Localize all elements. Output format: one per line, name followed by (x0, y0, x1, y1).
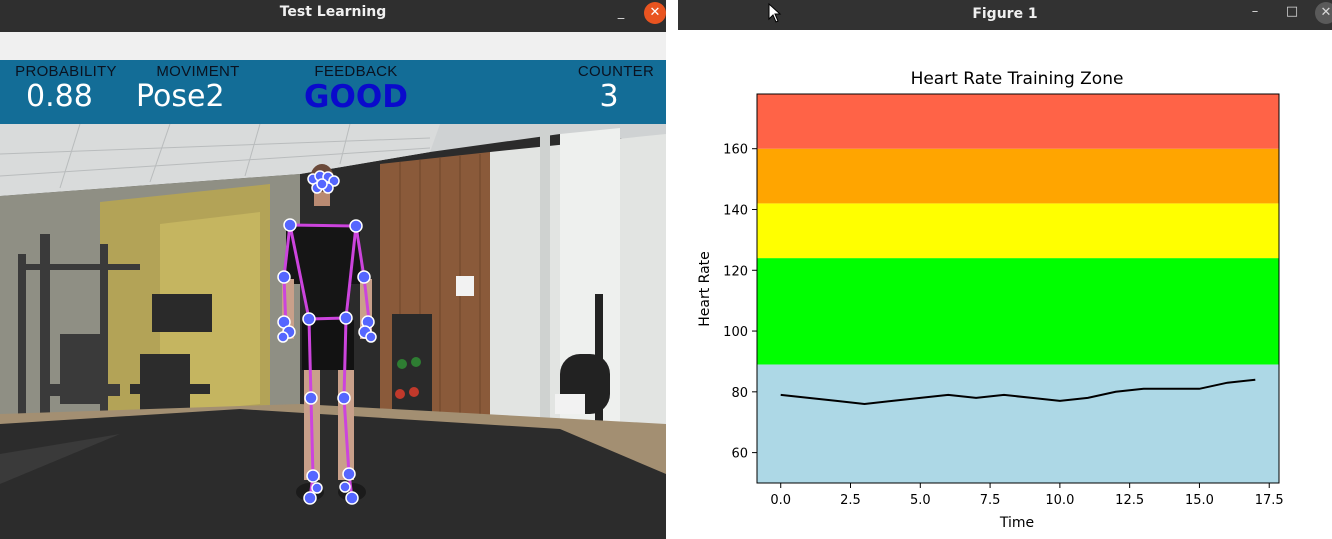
stats-bar: PROBABILITY 0.88 MOVIMENT Pose2 FEEDBACK… (0, 60, 666, 124)
feedback-value: GOOD (304, 79, 408, 115)
moviment-stat: MOVIMENT Pose2 (136, 63, 260, 114)
chart-title: Heart Rate Training Zone (911, 69, 1124, 89)
y-tick-label: 60 (731, 447, 748, 462)
x-tick-label: 5.0 (910, 493, 931, 508)
window-title: Test Learning (279, 4, 387, 20)
y-tick-label: 80 (731, 386, 748, 401)
feedback-label: FEEDBACK (314, 63, 398, 80)
gym-scene (0, 124, 666, 539)
test-learning-window: Test Learning _ ✕ PROBABILITY 0.88 MOVIM… (0, 0, 666, 539)
zone-band-1 (757, 364, 1279, 483)
toolbar-strip (0, 32, 666, 60)
x-tick-label: 7.5 (980, 493, 1001, 508)
minimize-button[interactable]: – (1244, 1, 1266, 23)
counter-value: 3 (599, 79, 619, 114)
minimize-button[interactable]: _ (610, 2, 632, 24)
heart-rate-chart: Heart Rate Training Zone 0.0 2.5 5.0 7.5 10.… (697, 69, 1284, 531)
x-axis: 0.0 2.5 5.0 7.5 10.0 12.5 15.0 17.5 (770, 483, 1284, 508)
counter-label: COUNTER (577, 63, 655, 80)
x-tick-label: 15.0 (1185, 493, 1214, 508)
counter-stat: COUNTER 3 (570, 63, 662, 114)
x-tick-label: 12.5 (1115, 493, 1144, 508)
y-tick-label: 160 (723, 143, 748, 158)
zone-band-4 (757, 148, 1279, 204)
close-button[interactable]: ✕ (1315, 2, 1332, 24)
camera-feed (0, 124, 666, 539)
figure-canvas: Heart Rate Training Zone 0.0 2.5 5.0 7.5 10.… (678, 30, 1332, 539)
y-axis-label: Heart Rate (697, 251, 713, 327)
y-tick-label: 120 (723, 264, 748, 279)
probability-value: 0.88 (26, 79, 93, 114)
close-button[interactable]: ✕ (644, 2, 666, 24)
training-zones (757, 94, 1279, 483)
x-tick-label: 10.0 (1045, 493, 1074, 508)
moviment-label: MOVIMENT (156, 63, 240, 80)
probability-stat: PROBABILITY 0.88 (8, 63, 124, 114)
x-tick-label: 17.5 (1255, 493, 1284, 508)
maximize-button[interactable]: □ (1281, 1, 1303, 23)
y-axis: 60 80 100 120 140 160 (723, 143, 757, 462)
feedback-stat: FEEDBACK GOOD (300, 63, 412, 114)
titlebar[interactable]: Test Learning _ ✕ (0, 0, 666, 32)
y-tick-label: 140 (723, 203, 748, 218)
zone-band-2 (757, 258, 1279, 365)
x-tick-label: 2.5 (840, 493, 861, 508)
zone-band-3 (757, 203, 1279, 259)
zone-band-5 (757, 94, 1279, 149)
figure-window: Figure 1 – □ ✕ Heart Rate Training Zone … (678, 0, 1332, 539)
y-tick-label: 100 (723, 325, 748, 340)
moviment-value: Pose2 (136, 79, 225, 114)
mouse-cursor-icon (768, 3, 782, 23)
x-tick-label: 0.0 (770, 493, 791, 508)
probability-label: PROBABILITY (15, 63, 117, 80)
x-axis-label: Time (999, 515, 1034, 531)
